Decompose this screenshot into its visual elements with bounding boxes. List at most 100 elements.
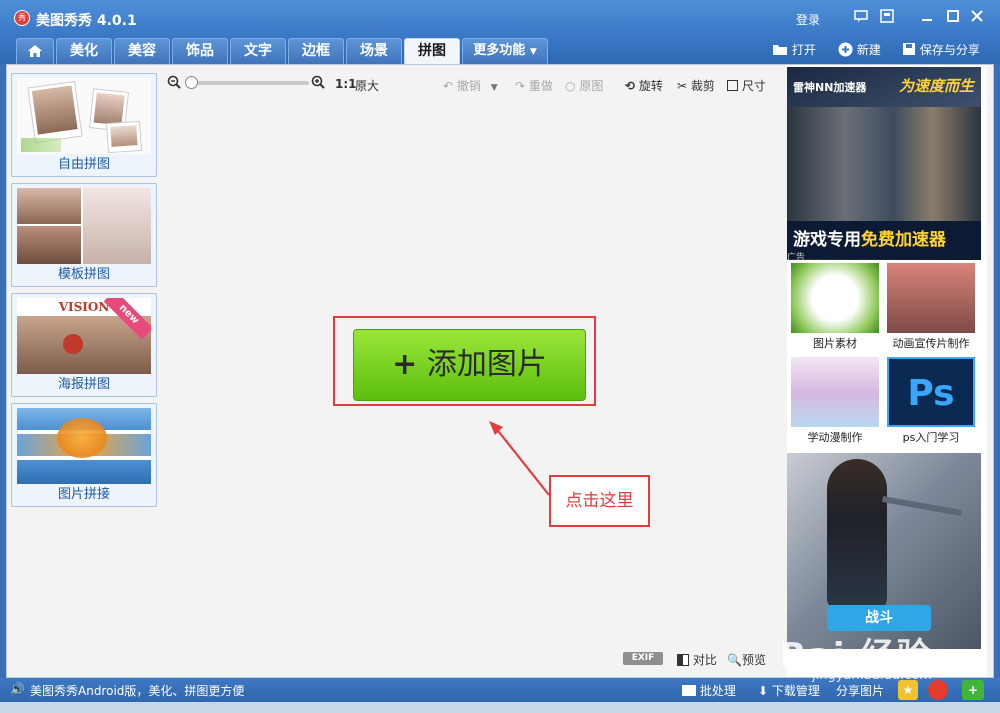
rotate-label: 旋转 <box>638 79 663 93</box>
template-collage-thumb <box>17 188 151 264</box>
batch-button[interactable]: 批处理 <box>682 682 736 699</box>
game-accelerator-ad[interactable]: 雷神NN加速器 为速度而生 游戏专用免费加速器 广告 <box>787 67 981 260</box>
crop-icon: ✂ <box>677 79 688 93</box>
size-label: 尺寸 <box>741 79 766 93</box>
zoom-in-icon[interactable] <box>311 75 325 92</box>
tab-text[interactable]: 文字 <box>230 38 286 64</box>
add-image-button[interactable]: + 添加图片 <box>353 329 586 401</box>
redo-button[interactable]: ↷ 重做 <box>515 77 553 94</box>
zoom-slider-handle[interactable] <box>185 76 198 89</box>
free-collage-card[interactable]: 自由拼图 <box>11 73 157 177</box>
comment-icon[interactable] <box>852 9 870 27</box>
ad-tag: 广告 <box>787 253 806 260</box>
tab-accessories[interactable]: 饰品 <box>172 38 228 64</box>
tab-scene[interactable]: 场景 <box>346 38 402 64</box>
download-icon: ⬇ <box>758 684 769 698</box>
close-icon[interactable] <box>968 9 986 27</box>
tab-beauty[interactable]: 美容 <box>114 38 170 64</box>
zoom-slider[interactable] <box>185 76 309 89</box>
exif-button[interactable]: EXIF <box>623 652 663 665</box>
main-tab-bar: 美化 美容 饰品 文字 边框 场景 拼图 更多功能 ▼ 打开 新建 保存与分享 <box>0 36 1000 64</box>
tile-learn-anime-thumb <box>791 357 879 427</box>
status-message[interactable]: 美图秀秀Android版，美化、拼图更方便 <box>30 682 244 699</box>
tab-frame[interactable]: 边框 <box>288 38 344 64</box>
open-label: 打开 <box>791 43 816 57</box>
tab-beautify[interactable]: 美化 <box>56 38 112 64</box>
workspace: 自由拼图 模板拼图 VISION new 海报拼图 图片拼接 1:1 原大 ↶ … <box>6 64 994 678</box>
minimize-icon[interactable] <box>918 9 936 27</box>
tab-more-label: 更多功能 <box>473 43 526 58</box>
image-stitch-card[interactable]: 图片拼接 <box>11 403 157 507</box>
rotate-button[interactable]: ⟲ 旋转 <box>625 77 663 94</box>
home-icon <box>28 45 42 57</box>
redo-icon: ↷ <box>515 79 526 93</box>
size-icon <box>727 80 738 91</box>
save-share-button[interactable]: 保存与分享 <box>902 41 980 58</box>
add-image-label: 添加图片 <box>426 347 547 382</box>
compare-icon <box>677 654 689 666</box>
photoshop-icon: Ps <box>887 357 975 427</box>
tile-caption: 图片素材 <box>813 337 857 350</box>
os-taskbar <box>0 702 1000 713</box>
download-label: 下载管理 <box>771 684 820 698</box>
crop-label: 裁剪 <box>690 79 715 93</box>
folder-icon <box>773 45 787 55</box>
tile-ps-learning[interactable]: Ps ps入门学习 <box>883 357 975 449</box>
chevron-down-icon: ▼ <box>490 83 498 93</box>
skin-icon[interactable] <box>878 9 896 27</box>
free-collage-label: 自由拼图 <box>57 157 110 172</box>
watermark-url: jingyan.baidu.com <box>812 668 932 683</box>
undo-button[interactable]: ↶ 撤销 ▼ <box>443 77 498 94</box>
plus-icon: + <box>392 347 418 382</box>
image-stitch-thumb <box>17 408 151 484</box>
tab-collage[interactable]: 拼图 <box>404 38 460 64</box>
tile-caption: ps入门学习 <box>902 431 960 444</box>
tile-animation-video-thumb <box>887 263 975 333</box>
zoom-out-icon[interactable] <box>167 75 181 92</box>
preview-label: 预览 <box>741 653 766 667</box>
game-character-ad[interactable]: 战斗 <box>787 453 981 649</box>
share-image-button[interactable]: 分享图片 <box>836 682 884 699</box>
new-button[interactable]: 新建 <box>838 41 881 58</box>
speaker-icon: 🔊 <box>10 682 25 696</box>
original-size-button[interactable]: 原大 <box>355 77 379 94</box>
tile-image-material-thumb <box>791 263 879 333</box>
new-label: 新建 <box>856 43 881 57</box>
template-collage-label: 模板拼图 <box>57 267 110 282</box>
hint-callout: 点击这里 <box>549 475 650 527</box>
ad-brand: 雷神NN加速器 <box>793 81 867 94</box>
template-collage-card[interactable]: 模板拼图 <box>11 183 157 287</box>
weibo-icon[interactable] <box>928 680 948 703</box>
login-link[interactable]: 登录 <box>796 11 820 28</box>
star-icon[interactable]: ★ <box>898 680 918 700</box>
add-icon[interactable]: + <box>962 680 984 700</box>
tab-more-features[interactable]: 更多功能 ▼ <box>462 38 548 64</box>
crop-button[interactable]: ✂ 裁剪 <box>677 77 715 94</box>
compare-button[interactable]: 对比 <box>677 651 717 668</box>
image-stitch-label: 图片拼接 <box>57 487 110 502</box>
download-manager-button[interactable]: ⬇ 下载管理 <box>758 682 820 699</box>
free-collage-thumb <box>17 78 151 154</box>
poster-collage-card[interactable]: VISION new 海报拼图 <box>11 293 157 397</box>
poster-collage-label: 海报拼图 <box>57 377 110 392</box>
tile-learn-anime[interactable]: 学动漫制作 <box>787 357 879 449</box>
app-logo-icon: 秀 <box>14 10 30 26</box>
tile-image-material[interactable]: 图片素材 <box>787 263 879 355</box>
ratio-label: 1:1 <box>335 77 357 91</box>
ad-band-highlight: 免费加速器 <box>861 230 946 250</box>
original-button[interactable]: ○ 原图 <box>565 77 603 94</box>
pointer-arrow <box>489 421 550 496</box>
maximize-icon[interactable] <box>944 9 962 27</box>
preview-button[interactable]: 🔍预览 <box>727 651 766 668</box>
compare-label: 对比 <box>692 653 717 667</box>
title-bar: 秀 美图秀秀 4.0.1 登录 <box>0 0 1000 36</box>
plus-circle-icon <box>838 42 853 57</box>
tile-animation-video[interactable]: 动画宣传片制作 <box>883 263 975 355</box>
tab-home[interactable] <box>16 38 54 64</box>
collage-mode-panel: 自由拼图 模板拼图 VISION new 海报拼图 图片拼接 <box>7 65 162 677</box>
batch-icon <box>682 685 696 696</box>
tile-caption: 学动漫制作 <box>807 431 863 444</box>
open-button[interactable]: 打开 <box>772 41 816 58</box>
ad-sidebar: 雷神NN加速器 为速度而生 游戏专用免费加速器 广告 图片素材 动画宣传片制作 … <box>787 65 987 677</box>
size-button[interactable]: 尺寸 <box>727 77 766 94</box>
